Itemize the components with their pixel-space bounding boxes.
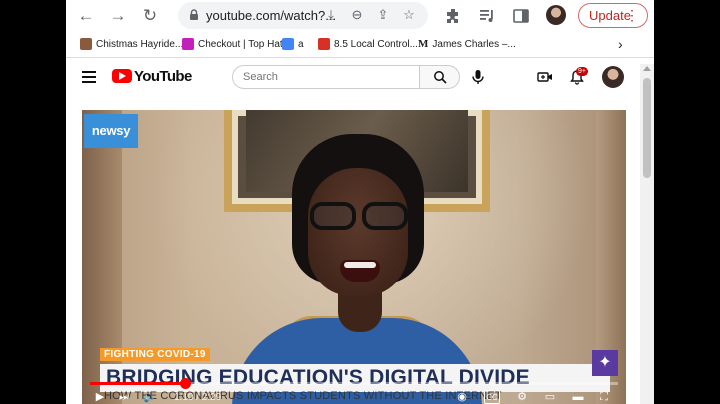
- bookmark-favicon-icon: [80, 38, 92, 50]
- bookmark-item[interactable]: Chistmas Hayride...: [80, 38, 183, 50]
- reload-icon[interactable]: ↻: [138, 4, 162, 28]
- back-arrow-icon[interactable]: ←: [74, 4, 98, 28]
- medium-favicon-icon: M: [418, 38, 429, 50]
- next-icon[interactable]: ⏭: [116, 390, 132, 404]
- youtube-wordmark[interactable]: YouTube: [134, 68, 192, 85]
- speaker-mouth: [340, 260, 380, 282]
- bookmark-item[interactable]: Checkout | Top Hat: [182, 38, 283, 50]
- media-control-icon[interactable]: [478, 7, 496, 25]
- hamburger-menu-icon[interactable]: [82, 71, 96, 83]
- bookmark-item[interactable]: a: [282, 38, 304, 50]
- extensions-icon[interactable]: [444, 7, 462, 25]
- youtube-logo-icon[interactable]: [112, 69, 132, 83]
- time-display: 1:10 / 2:29: [174, 392, 222, 403]
- notification-badge: 9+: [576, 67, 588, 76]
- progress-played: [90, 382, 186, 385]
- search-button[interactable]: [420, 65, 460, 89]
- progress-bar[interactable]: [90, 378, 618, 389]
- address-bar[interactable]: youtube.com/watch?... ⤓ ⊖ ⇪ ☆: [178, 2, 428, 29]
- volume-icon[interactable]: 🔈: [142, 390, 158, 404]
- install-icon[interactable]: ⤓: [322, 6, 340, 24]
- newsy-logo: newsy: [84, 114, 138, 148]
- profile-avatar[interactable]: [546, 5, 566, 25]
- youtube-header: YouTube 9+: [66, 59, 654, 97]
- video-subheadline: HOW THE CORONAVIRUS IMPACTS STUDENTS WIT…: [104, 390, 502, 402]
- segment-tag: FIGHTING COVID-19: [100, 348, 210, 361]
- play-icon[interactable]: ▶: [92, 390, 108, 404]
- lock-icon: [190, 9, 198, 20]
- fullscreen-icon[interactable]: ⛶: [596, 390, 612, 404]
- search-icon: [434, 71, 447, 84]
- miniplayer-icon[interactable]: ▭: [542, 390, 558, 404]
- microphone-icon[interactable]: [469, 68, 487, 86]
- search-input[interactable]: [232, 65, 420, 89]
- theater-mode-icon[interactable]: ▬: [570, 390, 586, 404]
- bookmark-star-icon[interactable]: ☆: [400, 6, 418, 24]
- bookmark-item[interactable]: M James Charles –...: [418, 38, 516, 50]
- scrollbar-thumb[interactable]: [643, 78, 651, 178]
- progress-scrubber[interactable]: [180, 378, 192, 389]
- scroll-up-arrow-icon[interactable]: [643, 66, 651, 71]
- bookmarks-bar: Chistmas Hayride... Checkout | Top Hat a…: [66, 32, 654, 58]
- speaker-glasses: [304, 202, 414, 232]
- autoplay-toggle-icon[interactable]: ◉: [454, 390, 470, 404]
- chevron-right-icon[interactable]: ›: [618, 36, 623, 52]
- browser-window: ← → ↻ youtube.com/watch?... ⤓ ⊖ ⇪ ☆ Upda…: [66, 0, 654, 404]
- settings-gear-icon[interactable]: ⚙: [514, 390, 530, 404]
- captions-icon[interactable]: CC: [484, 390, 500, 404]
- forward-arrow-icon[interactable]: →: [106, 4, 130, 28]
- account-avatar[interactable]: [602, 66, 624, 88]
- school-favicon-icon: [318, 38, 330, 50]
- create-video-icon[interactable]: [536, 68, 554, 86]
- browser-toolbar: ← → ↻ youtube.com/watch?... ⤓ ⊖ ⇪ ☆ Upda…: [66, 0, 654, 32]
- tophat-favicon-icon: [182, 38, 194, 50]
- page-scrollbar[interactable]: [640, 64, 654, 404]
- docs-favicon-icon: [282, 38, 294, 50]
- more-vert-icon: ⋮: [625, 7, 639, 23]
- bookmark-item[interactable]: 8.5 Local Control...: [318, 38, 418, 50]
- video-headline: BRIDGING EDUCATION'S DIGITAL DIVIDE: [106, 366, 530, 389]
- update-button[interactable]: Update ⋮: [578, 3, 648, 28]
- channel-watermark-icon[interactable]: ✦: [592, 350, 618, 376]
- share-icon[interactable]: ⇪: [374, 6, 392, 24]
- url-text: youtube.com/watch?...: [206, 8, 337, 23]
- video-player[interactable]: newsy FIGHTING COVID-19 BRIDGING EDUCATI…: [82, 110, 626, 404]
- side-panel-icon[interactable]: [512, 7, 530, 25]
- speaker-neck: [338, 292, 382, 332]
- zoom-icon[interactable]: ⊖: [348, 6, 366, 24]
